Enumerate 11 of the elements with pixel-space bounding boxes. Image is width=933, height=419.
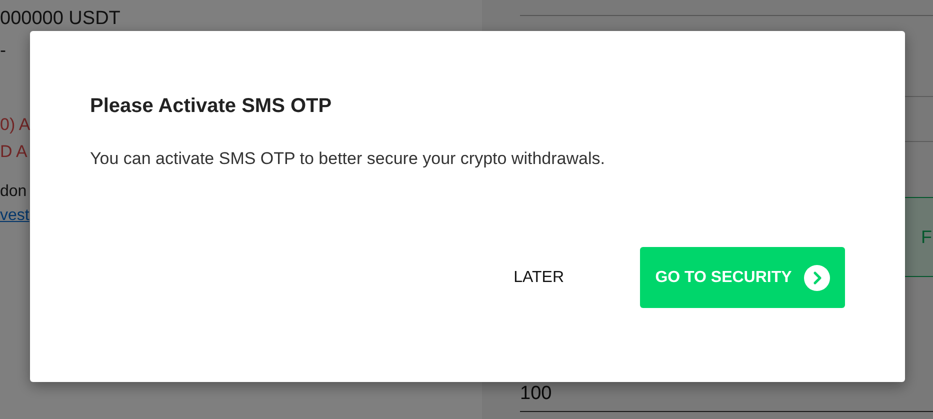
chevron-circle-icon: [804, 264, 830, 290]
warning-text: D A: [0, 141, 28, 163]
balance-text: 000000 USDT: [0, 8, 120, 30]
dialog-message: You can activate SMS OTP to better secure your crypto withdrawals.: [90, 149, 606, 169]
later-button[interactable]: LATER: [498, 260, 580, 294]
note-text: don: [0, 183, 27, 201]
dialog-title: Please Activate SMS OTP: [90, 95, 333, 118]
warning-text: 0) A: [0, 114, 30, 136]
link[interactable]: vest: [0, 207, 30, 225]
dash-text: -: [0, 40, 6, 61]
amount-field[interactable]: 100: [520, 383, 933, 412]
